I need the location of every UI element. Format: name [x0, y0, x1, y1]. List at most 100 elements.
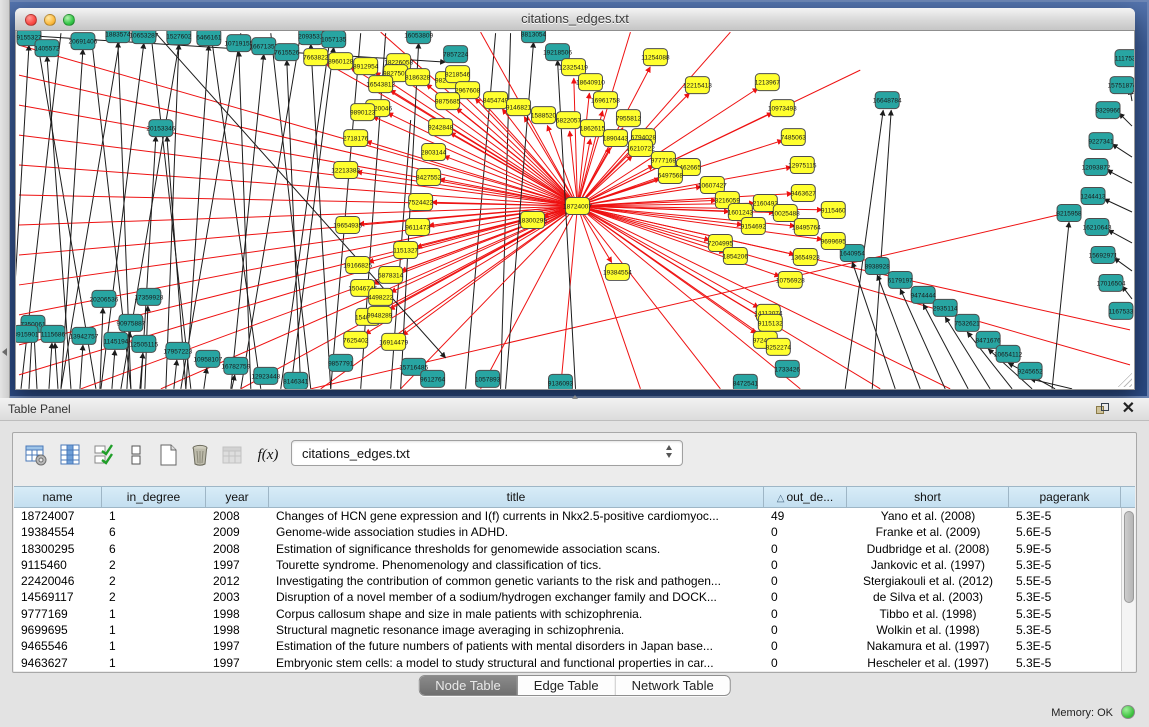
- cell-title[interactable]: Estimation of the future numbers of pati…: [269, 638, 764, 654]
- cell-out_de[interactable]: 0: [764, 638, 847, 654]
- graph-node[interactable]: 4498222: [368, 288, 394, 305]
- graph-node[interactable]: 9875685: [435, 93, 461, 110]
- cell-in_degree[interactable]: 1: [102, 655, 206, 671]
- cell-year[interactable]: 2003: [206, 589, 269, 605]
- column-header-in_degree[interactable]: in_degree: [102, 487, 206, 507]
- graph-node[interactable]: 17016504: [1097, 274, 1126, 291]
- graph-node[interactable]: 16648784: [873, 92, 902, 109]
- cell-out_de[interactable]: 0: [764, 655, 847, 671]
- cell-out_de[interactable]: 0: [764, 524, 847, 540]
- column-header-short[interactable]: short: [847, 487, 1009, 507]
- graph-node[interactable]: 1244413: [1080, 188, 1106, 205]
- cell-in_degree[interactable]: 1: [102, 508, 206, 524]
- graph-node[interactable]: 9857791: [328, 354, 354, 371]
- cell-title[interactable]: Tourette syndrome. Phenomenology and cla…: [269, 557, 764, 573]
- cell-in_degree[interactable]: 1: [102, 622, 206, 638]
- graph-node[interactable]: 8454749: [483, 92, 509, 109]
- collapse-panel-arrow-icon[interactable]: [2, 348, 7, 356]
- graph-node[interactable]: 1890443: [603, 130, 629, 147]
- column-header-year[interactable]: year: [206, 487, 269, 507]
- vertical-scrollbar[interactable]: [1121, 508, 1135, 671]
- memory-ok-indicator[interactable]: [1121, 705, 1135, 719]
- cell-in_degree[interactable]: 6: [102, 541, 206, 557]
- graph-node[interactable]: 16914479: [379, 333, 408, 350]
- cell-name[interactable]: 9699695: [14, 622, 102, 638]
- cell-pagerank[interactable]: 5.3E-5: [1009, 557, 1121, 573]
- graph-node[interactable]: 9115460: [821, 202, 846, 219]
- column-header-pagerank[interactable]: pagerank: [1009, 487, 1121, 507]
- graph-node[interactable]: 9777169: [651, 152, 677, 169]
- cell-pagerank[interactable]: 5.5E-5: [1009, 573, 1121, 589]
- graph-node[interactable]: 8471676: [976, 331, 1002, 348]
- cell-short[interactable]: Stergiakouli et al. (2012): [847, 573, 1009, 589]
- cell-title[interactable]: Estimation of significance thresholds fo…: [269, 541, 764, 557]
- cell-pagerank[interactable]: 5.3E-5: [1009, 508, 1121, 524]
- cell-short[interactable]: Yano et al. (2008): [847, 508, 1009, 524]
- cell-year[interactable]: 1997: [206, 655, 269, 671]
- table-row[interactable]: 1938455462009Genome-wide association stu…: [14, 524, 1121, 540]
- cell-out_de[interactable]: 0: [764, 622, 847, 638]
- cell-name[interactable]: 14569117: [14, 589, 102, 605]
- table-row[interactable]: 2242004622012Investigating the contribut…: [14, 573, 1121, 589]
- graph-node[interactable]: 2718176: [343, 130, 369, 147]
- function-builder-button[interactable]: f(x): [255, 442, 281, 468]
- cell-title[interactable]: Structural magnetic resonance image aver…: [269, 622, 764, 638]
- column-header-name[interactable]: name: [14, 487, 102, 507]
- graph-node[interactable]: 18495764: [792, 218, 821, 235]
- table-row[interactable]: 911546021997Tourette syndrome. Phenomeno…: [14, 557, 1121, 573]
- graph-node[interactable]: 19166825: [343, 256, 372, 273]
- graph-node[interactable]: 3915901: [16, 325, 39, 342]
- cell-year[interactable]: 1998: [206, 606, 269, 622]
- graph-node[interactable]: 8146341: [283, 372, 309, 389]
- graph-node[interactable]: 6466161: [196, 31, 222, 46]
- cell-in_degree[interactable]: 2: [102, 589, 206, 605]
- table-row[interactable]: 946554611997Estimation of the future num…: [14, 638, 1121, 654]
- graph-node[interactable]: 18640910: [576, 74, 605, 91]
- graph-node[interactable]: 9699695: [821, 232, 847, 249]
- graph-node[interactable]: 10973493: [768, 100, 797, 117]
- cell-year[interactable]: 1997: [206, 638, 269, 654]
- cell-in_degree[interactable]: 2: [102, 573, 206, 589]
- graph-node[interactable]: 9474444: [911, 286, 937, 303]
- cell-in_degree[interactable]: 1: [102, 606, 206, 622]
- graph-node[interactable]: 1733426: [775, 360, 801, 377]
- citation-network-graph[interactable]: 9155327140557220691406188357410653287152…: [16, 31, 1135, 390]
- graph-node[interactable]: 1057135: [321, 31, 347, 48]
- cell-title[interactable]: Genome-wide association studies in ADHD.: [269, 524, 764, 540]
- graph-node[interactable]: 12215413: [683, 77, 712, 94]
- graph-node[interactable]: 1527602: [166, 31, 192, 45]
- cell-title[interactable]: Investigating the contribution of common…: [269, 573, 764, 589]
- selection-mode-button[interactable]: [91, 442, 117, 468]
- cell-name[interactable]: 9115460: [14, 557, 102, 573]
- graph-node[interactable]: 18724007: [563, 198, 592, 215]
- cell-short[interactable]: Nakamura et al. (1997): [847, 638, 1009, 654]
- cell-year[interactable]: 1998: [206, 622, 269, 638]
- create-column-button[interactable]: [155, 442, 181, 468]
- graph-node[interactable]: 10607427: [698, 177, 727, 194]
- cell-title[interactable]: Disruption of a novel member of a sodium…: [269, 589, 764, 605]
- table-row[interactable]: 1830029562008Estimation of significance …: [14, 541, 1121, 557]
- scrollbar-thumb[interactable]: [1124, 511, 1134, 603]
- graph-node[interactable]: 13654923: [791, 248, 820, 265]
- graph-node[interactable]: 8215958: [1056, 205, 1082, 222]
- cell-short[interactable]: Tibbo et al. (1998): [847, 606, 1009, 622]
- graph-node[interactable]: 9242848: [428, 119, 454, 136]
- cell-title[interactable]: Changes of HCN gene expression and I(f) …: [269, 508, 764, 524]
- cell-pagerank[interactable]: 5.3E-5: [1009, 606, 1121, 622]
- cell-name[interactable]: 19384554: [14, 524, 102, 540]
- table-row[interactable]: 977716911998Corpus callosum shape and si…: [14, 606, 1121, 622]
- graph-node[interactable]: 9948289: [367, 306, 393, 323]
- graph-node[interactable]: 8960128: [328, 53, 354, 70]
- table-row[interactable]: 1872400712008Changes of HCN gene express…: [14, 508, 1121, 524]
- graph-node[interactable]: 12325419: [559, 59, 588, 76]
- graph-node[interactable]: 2935114: [933, 299, 958, 316]
- graph-node[interactable]: 7485063: [781, 129, 807, 146]
- graph-node[interactable]: 7615526: [274, 44, 300, 61]
- cell-out_de[interactable]: 0: [764, 573, 847, 589]
- cell-pagerank[interactable]: 5.9E-5: [1009, 541, 1121, 557]
- graph-node[interactable]: 19218506: [543, 44, 572, 61]
- graph-node[interactable]: 9154692: [741, 217, 767, 234]
- graph-node[interactable]: 12093872: [1082, 159, 1111, 176]
- cell-short[interactable]: Hescheler et al. (1997): [847, 655, 1009, 671]
- graph-node[interactable]: 9329966: [1095, 102, 1121, 119]
